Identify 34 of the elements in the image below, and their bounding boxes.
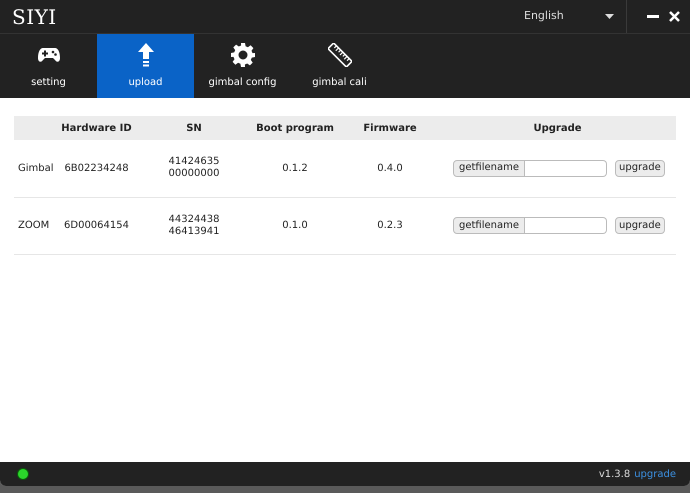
upgrade-link[interactable]: upgrade <box>634 466 676 482</box>
file-path-field[interactable] <box>525 160 608 177</box>
tab[interactable]: upload <box>97 34 194 98</box>
caret-icon <box>605 14 614 19</box>
language-label: English <box>524 8 564 24</box>
column-header: Firmware <box>341 116 439 140</box>
column-header: Upgrade <box>439 116 676 140</box>
browse-button[interactable]: getfilename <box>453 217 526 234</box>
file-path-field[interactable] <box>525 217 608 234</box>
table-cell: Gimbal <box>18 162 54 174</box>
upgrade-button[interactable]: upgrade <box>615 160 665 177</box>
minimize-icon[interactable] <box>647 14 659 18</box>
browse-button[interactable]: getfilename <box>453 160 526 177</box>
version-text: v1.3.8 <box>598 468 630 482</box>
table-cell: 0.2.3 <box>377 220 403 231</box>
column-header: SN <box>139 116 249 140</box>
gamepad-icon <box>38 46 60 62</box>
gear-icon <box>230 42 254 66</box>
table-cell: 41424635 00000000 <box>168 156 220 180</box>
close-icon[interactable] <box>669 11 680 22</box>
table-cell: ZOOM <box>18 220 50 231</box>
table-cell: 0.1.0 <box>282 220 308 231</box>
upload-arrow-icon <box>138 42 154 66</box>
app-logo: SIYI <box>12 4 57 30</box>
table-cell: 6B02234248 <box>64 162 129 174</box>
column-header: Boot program <box>249 116 341 140</box>
table-cell: 0.1.2 <box>282 162 308 174</box>
table-cell: 44324438 46413941 <box>168 214 220 238</box>
column-header: Hardware ID <box>54 116 139 140</box>
table-cell: 6D00064154 <box>64 220 129 231</box>
table-cell: 0.4.0 <box>377 162 403 174</box>
language-dropdown[interactable]: English <box>524 8 614 25</box>
upgrade-button[interactable]: upgrade <box>615 217 665 234</box>
ruler-icon <box>328 42 352 66</box>
